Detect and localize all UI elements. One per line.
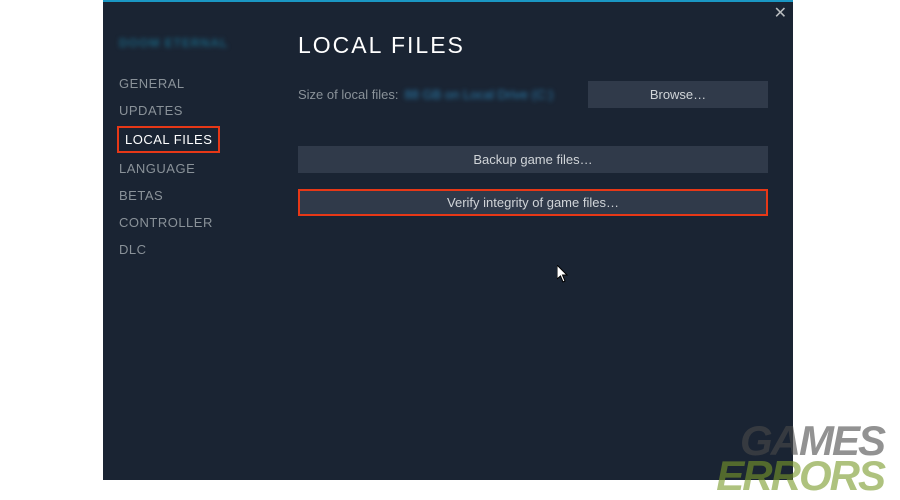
sidebar-item-language[interactable]: LANGUAGE: [117, 155, 267, 182]
sidebar-item-dlc[interactable]: DLC: [117, 236, 267, 263]
sidebar-item-updates[interactable]: UPDATES: [117, 97, 267, 124]
main-panel: LOCAL FILES Size of local files: 88 GB o…: [298, 32, 768, 232]
watermark-line2: ERRORS: [716, 458, 884, 494]
backup-button[interactable]: Backup game files…: [298, 146, 768, 173]
watermark: GAMES ERRORS: [716, 423, 884, 494]
sidebar-item-general[interactable]: GENERAL: [117, 70, 267, 97]
cursor-icon: [557, 265, 571, 288]
sidebar-item-controller[interactable]: CONTROLLER: [117, 209, 267, 236]
browse-button[interactable]: Browse…: [588, 81, 768, 108]
size-label: Size of local files:: [298, 87, 398, 102]
properties-dialog: ✕ DOOM ETERNAL GENERAL UPDATES LOCAL FIL…: [103, 0, 793, 480]
close-icon[interactable]: ✕: [774, 6, 787, 22]
sidebar-item-local-files[interactable]: LOCAL FILES: [117, 126, 220, 153]
verify-integrity-button[interactable]: Verify integrity of game files…: [298, 189, 768, 216]
game-title: DOOM ETERNAL: [117, 36, 267, 50]
size-value: 88 GB on Local Drive (C:): [404, 87, 553, 102]
page-title: LOCAL FILES: [298, 32, 768, 59]
sidebar: DOOM ETERNAL GENERAL UPDATES LOCAL FILES…: [117, 36, 267, 263]
sidebar-item-betas[interactable]: BETAS: [117, 182, 267, 209]
size-row: Size of local files: 88 GB on Local Driv…: [298, 81, 768, 108]
